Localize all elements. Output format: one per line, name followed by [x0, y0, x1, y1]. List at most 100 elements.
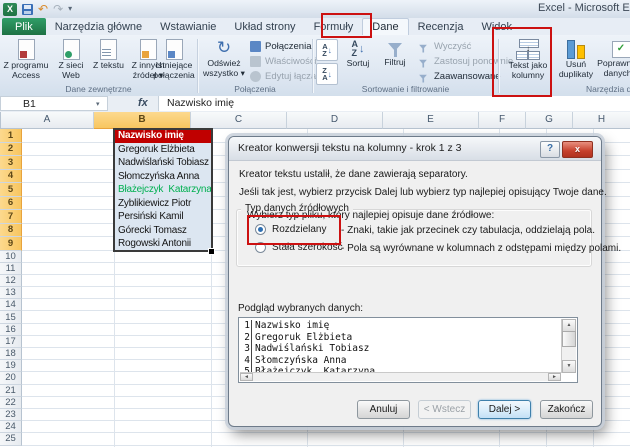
web-document-icon — [63, 39, 80, 60]
dialog-button-cancel[interactable]: Anuluj — [357, 400, 410, 419]
funnel-icon — [388, 43, 402, 51]
row-header-23[interactable]: 23 — [0, 409, 22, 421]
column-header-c[interactable]: C — [191, 112, 287, 129]
row-header-16[interactable]: 16 — [0, 324, 22, 336]
ribbon-button-z-programu-access[interactable]: Z programu Access — [2, 37, 50, 87]
row-header-9[interactable]: 9 — [0, 237, 22, 251]
scrollbar-thumb[interactable] — [562, 331, 576, 347]
sort-descending-button[interactable]: ZA ↓ — [316, 63, 338, 85]
dialog-help-button[interactable]: ? — [540, 141, 560, 158]
formula-bar: B1 ▾ fx Nazwisko imię — [0, 96, 630, 113]
dialog-button-next[interactable]: Dalej > — [478, 400, 531, 419]
ribbon-button-z-sieci-web[interactable]: Z sieci Web — [52, 37, 90, 87]
row-header-10[interactable]: 10 — [0, 251, 22, 263]
row-header-18[interactable]: 18 — [0, 348, 22, 360]
row-header-22[interactable]: 22 — [0, 397, 22, 409]
ribbon-button-poprawnosc-danych[interactable]: ✓ Poprawność danych ▾ — [597, 37, 630, 87]
sort-ascending-button[interactable]: AZ ↓ — [316, 39, 338, 61]
preview-text: 1Nazwisko imię2Gregoruk Elżbieta3Nadwiśl… — [240, 320, 561, 373]
dialog-buttons: Anuluj< WsteczDalej >Zakończ — [229, 400, 601, 420]
row-header-14[interactable]: 14 — [0, 299, 22, 311]
row-header-15[interactable]: 15 — [0, 311, 22, 323]
row-header-3[interactable]: 3 — [0, 156, 22, 170]
row-header-4[interactable]: 4 — [0, 170, 22, 184]
column-header-g[interactable]: G — [526, 112, 573, 129]
save-icon[interactable] — [22, 4, 33, 15]
row-header-2[interactable]: 2 — [0, 143, 22, 157]
dialog-button-finish[interactable]: Zakończ — [540, 400, 593, 419]
excel-window: X ↶ ↷ ▾ Excel - Microsoft Excel PlikNarz… — [0, 0, 630, 447]
undo-icon[interactable]: ↶ — [38, 3, 48, 15]
preview-label: Podgląd wybranych danych: — [238, 303, 363, 314]
ribbon-button-sortuj[interactable]: AZ ↓ Sortuj — [340, 37, 376, 87]
tab-narz-dzia-g-wne[interactable]: Narzędzia główne — [46, 18, 151, 35]
tab-recenzja[interactable]: Recenzja — [409, 18, 473, 35]
redo-icon: ↷ — [53, 3, 63, 15]
tab-wstawianie[interactable]: Wstawianie — [151, 18, 225, 35]
row-header-19[interactable]: 19 — [0, 360, 22, 372]
group-label-sortowanie: Sortowanie i filtrowanie — [313, 84, 498, 94]
column-header-d[interactable]: D — [287, 112, 383, 129]
tab-uk-ad-strony[interactable]: Układ strony — [225, 18, 304, 35]
scroll-right-icon[interactable]: ► — [548, 373, 561, 381]
ribbon-button-z-tekstu[interactable]: Z tekstu — [92, 37, 125, 87]
formula-input[interactable]: Nazwisko imię — [158, 96, 630, 111]
dialog-close-button[interactable]: x — [562, 141, 593, 158]
row-header-5[interactable]: 5 — [0, 183, 22, 197]
dialog-intro-line2: Jeśli tak jest, wybierz przycisk Dalej l… — [239, 187, 607, 198]
row-header-24[interactable]: 24 — [0, 421, 22, 433]
row-header-6[interactable]: 6 — [0, 197, 22, 211]
row-header-12[interactable]: 12 — [0, 275, 22, 287]
connections-icon — [250, 41, 261, 52]
title-bar: X ↶ ↷ ▾ Excel - Microsoft Excel — [0, 0, 630, 19]
window-title: Excel - Microsoft Excel — [538, 2, 630, 14]
column-header-b[interactable]: B — [94, 112, 191, 129]
radio-rozdzielany-description: - Znaki, takie jak przecinek czy tabulac… — [341, 225, 595, 236]
clear-filter-icon — [419, 44, 427, 48]
fill-handle[interactable] — [208, 248, 215, 255]
quick-access-toolbar: X ↶ ↷ ▾ — [3, 1, 72, 17]
data-preview-box: 1Nazwisko imię2Gregoruk Elżbieta3Nadwiśl… — [238, 317, 578, 383]
ribbon-button-odswiez-wszystko[interactable]: ↻ Odśwież wszystko ▾ — [200, 37, 248, 87]
ribbon-item-polaczenia[interactable]: Połączenia — [250, 39, 317, 54]
row-header-25[interactable]: 25 — [0, 433, 22, 445]
column-header-f[interactable]: F — [479, 112, 526, 129]
row-header-21[interactable]: 21 — [0, 385, 22, 397]
ribbon-button-istniejace-polaczenia[interactable]: Istniejące połączenia — [151, 37, 197, 87]
select-all-corner[interactable] — [0, 112, 1, 129]
row-header-1[interactable]: 1 — [0, 129, 22, 143]
name-box[interactable]: B1 — [0, 96, 108, 111]
tab-plik[interactable]: Plik — [2, 18, 46, 35]
row-header-20[interactable]: 20 — [0, 372, 22, 384]
row-header-11[interactable]: 11 — [0, 263, 22, 275]
scroll-left-icon[interactable]: ◄ — [240, 373, 253, 381]
column-header-e[interactable]: E — [383, 112, 479, 129]
preview-vertical-scrollbar[interactable]: ▲ ▼ — [561, 319, 576, 373]
data-validation-icon: ✓ — [612, 41, 630, 58]
ribbon-button-filtruj[interactable]: Filtruj — [378, 37, 412, 87]
annotation-rozdzielany — [247, 215, 341, 245]
scroll-down-icon[interactable]: ▼ — [562, 360, 576, 373]
column-header-a[interactable]: A — [1, 112, 94, 129]
column-header-h[interactable]: H — [573, 112, 630, 129]
row-header-17[interactable]: 17 — [0, 336, 22, 348]
insert-function-icon[interactable]: fx — [138, 97, 148, 109]
row-header-7[interactable]: 7 — [0, 210, 22, 224]
row-headers: 1234567891011121314151617181920212223242… — [0, 129, 22, 446]
preview-horizontal-scrollbar[interactable]: ◄ ► — [240, 372, 561, 381]
row-header-8[interactable]: 8 — [0, 224, 22, 238]
column-headers: ABCDEFGH — [1, 112, 630, 129]
properties-icon — [250, 56, 261, 67]
qat-dropdown-icon[interactable]: ▾ — [68, 5, 72, 13]
annotation-dane-tab — [321, 13, 372, 38]
name-box-dropdown-icon[interactable]: ▾ — [96, 100, 100, 108]
preview-line-3: 3Nadwiślański Tobiasz — [240, 343, 561, 355]
row-header-13[interactable]: 13 — [0, 287, 22, 299]
group-label-narzedzia-danych: Narzędzia danych — [560, 84, 630, 94]
ribbon-button-usun-duplikaty[interactable]: Usuń duplikaty — [557, 37, 595, 87]
connections-document-icon — [166, 39, 183, 60]
dialog-intro-line1: Kreator tekstu ustalił, że dane zawieraj… — [239, 169, 468, 180]
column-header-row: ABCDEFGH — [0, 112, 630, 129]
radio-stala-szerokosc-description: - Pola są wyrównane w kolumnach z odstęp… — [341, 243, 621, 254]
access-document-icon — [18, 39, 35, 60]
